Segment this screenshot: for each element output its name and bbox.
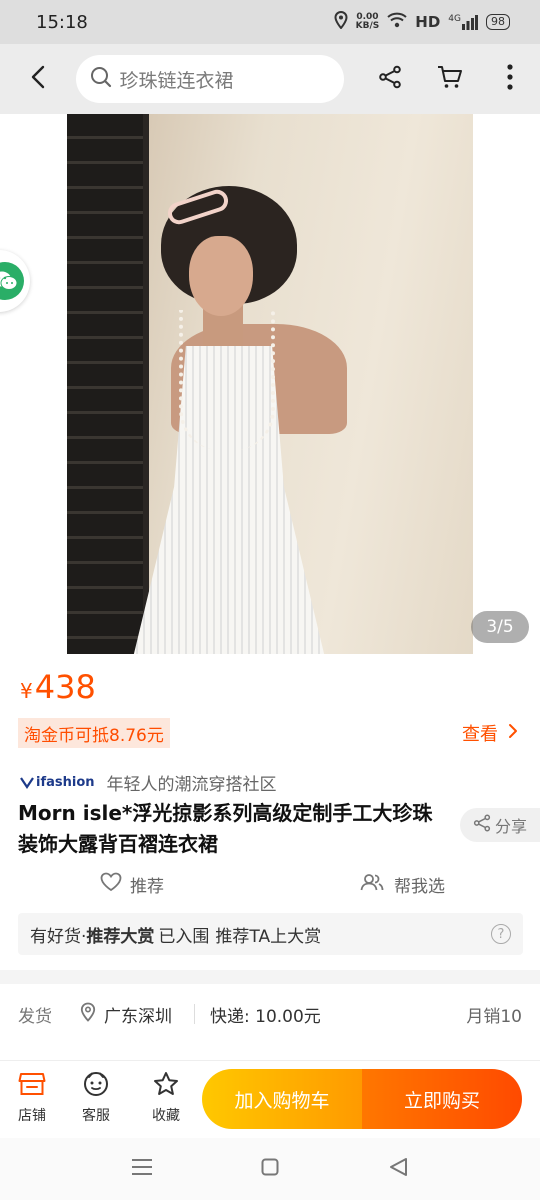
pearl-straps <box>179 310 275 450</box>
search-input[interactable]: 珍珠链连衣裙 <box>75 55 344 103</box>
status-bar: 15:18 0.00 KB/S HD 4G 98 <box>0 0 540 44</box>
store-tab[interactable]: 店铺 <box>4 1071 60 1125</box>
more-button[interactable] <box>480 44 540 114</box>
nav-back-icon <box>388 1157 408 1181</box>
door-shutter <box>67 114 149 654</box>
favorite-tab[interactable]: 收藏 <box>138 1071 194 1125</box>
shipping-label: 发货 <box>18 1007 52 1027</box>
status-icons: 0.00 KB/S HD 4G 98 <box>334 10 510 33</box>
award-banner[interactable]: 有好货· 推荐大赏 已入围 推荐TA上大赏 ? <box>18 913 523 955</box>
product-title: Morn isle*浮光掠影系列高级定制手工大珍珠装饰大露背百褶连衣裙 <box>18 801 433 856</box>
ifashion-logo: ifashion <box>20 775 95 790</box>
shipping-fee: 快递: 10.00元 <box>210 1007 321 1027</box>
shipping-info[interactable]: 发货 广东深圳 快递: 10.00元 月销10 <box>0 998 540 1030</box>
battery-indicator: 98 <box>486 14 510 30</box>
back-nav-button[interactable] <box>383 1154 413 1184</box>
recommend-button[interactable]: 推荐 <box>100 872 164 897</box>
social-actions: 推荐 帮我选 <box>0 872 540 902</box>
coin-discount-badge[interactable]: 淘金币可抵8.76元 <box>18 718 170 748</box>
search-icon <box>90 66 112 92</box>
ifashion-banner[interactable]: ifashion 年轻人的潮流穿搭社区 <box>20 770 277 795</box>
bottom-action-bar: 店铺 客服 收藏 加入购物车 立即购买 <box>0 1060 540 1138</box>
image-counter: 3/5 <box>471 611 529 643</box>
add-to-cart-button[interactable]: 加入购物车 <box>202 1069 362 1129</box>
top-actions <box>360 44 540 114</box>
product-price: ¥ 438 <box>20 668 96 706</box>
help-pick-button[interactable]: 帮我选 <box>360 872 445 897</box>
more-icon <box>507 64 513 94</box>
back-icon <box>30 65 46 93</box>
top-bar: 珍珠链连衣裙 <box>0 44 540 114</box>
back-button[interactable] <box>0 44 76 114</box>
hd-indicator: HD <box>415 13 441 31</box>
currency-symbol: ¥ <box>20 679 33 703</box>
status-time: 15:18 <box>36 11 88 33</box>
award-cta: 推荐TA上大赏 <box>215 926 322 947</box>
share-product-button[interactable]: 分享 <box>460 808 540 842</box>
cart-icon <box>437 65 463 93</box>
product-image[interactable] <box>67 114 473 654</box>
location-status-icon <box>334 10 348 33</box>
system-nav-bar <box>0 1138 540 1200</box>
menu-icon <box>131 1158 153 1180</box>
award-title: 推荐大赏 <box>86 926 155 947</box>
net-speed: 0.00 KB/S <box>355 12 380 31</box>
store-icon <box>18 1071 46 1101</box>
wechat-float-button[interactable] <box>0 250 30 312</box>
home-nav-button[interactable] <box>255 1154 285 1184</box>
service-icon <box>82 1071 110 1101</box>
service-tab[interactable]: 客服 <box>68 1071 124 1125</box>
help-icon[interactable]: ? <box>491 924 511 944</box>
buy-now-button[interactable]: 立即购买 <box>362 1069 522 1129</box>
view-discount-link[interactable]: 查看 <box>462 720 518 746</box>
shipping-location: 广东深圳 <box>80 1002 172 1027</box>
share-button[interactable] <box>360 44 420 114</box>
wifi-icon <box>387 12 407 32</box>
share-icon <box>378 65 402 93</box>
price-value: 438 <box>34 668 96 706</box>
share-icon <box>473 814 491 836</box>
search-placeholder: 珍珠链连衣裙 <box>119 69 234 92</box>
home-icon <box>261 1158 279 1180</box>
ifashion-slogan: 年轻人的潮流穿搭社区 <box>106 775 277 795</box>
section-divider <box>0 970 540 984</box>
chevron-right-icon <box>508 723 518 744</box>
award-status: 已入围 <box>158 926 210 947</box>
wechat-icon <box>0 262 24 300</box>
menu-nav-button[interactable] <box>127 1154 157 1184</box>
monthly-sales: 月销10 <box>466 1007 522 1027</box>
signal-icon: 4G <box>448 14 478 30</box>
heart-icon <box>100 872 122 897</box>
people-icon <box>360 873 384 896</box>
cart-button[interactable] <box>420 44 480 114</box>
location-icon <box>80 1002 96 1027</box>
star-icon <box>152 1071 180 1101</box>
